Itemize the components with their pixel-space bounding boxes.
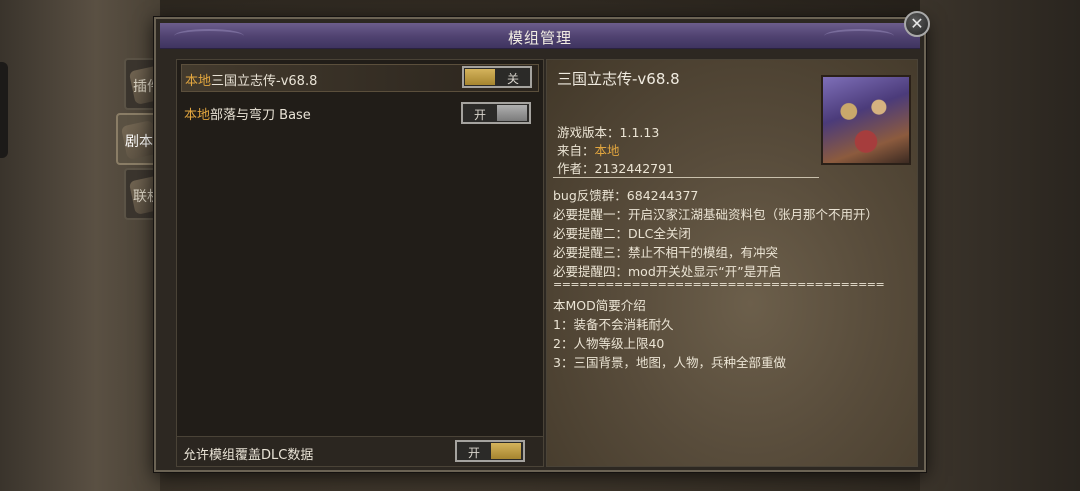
close-icon: ✕: [910, 14, 924, 33]
mod-author: 作者：2132442791: [557, 158, 674, 177]
version-value: 1.1.13: [619, 125, 660, 140]
origin-label: 来自：: [557, 143, 595, 158]
author-label: 作者：: [557, 161, 595, 176]
toggle-label: 开: [467, 446, 480, 460]
mod-row-sanguo[interactable]: 本地三国立志传-v68.8 关: [181, 64, 539, 92]
dlc-override-toggle[interactable]: 开: [455, 440, 525, 462]
desc-line: 必要提醒三：禁止不相干的模组，有冲突: [553, 245, 779, 260]
origin-value: 本地: [594, 143, 620, 158]
mod-detail-panel: 三国立志传-v68.8 游戏版本：1.1.13 来自：本地 作者：2132442…: [546, 59, 918, 467]
toggle-knob: [465, 69, 495, 85]
mod-cover-image: [821, 75, 911, 165]
mod-title: 部落与弯刀 Base: [210, 108, 311, 123]
detail-title: 三国立志传-v68.8: [557, 70, 680, 88]
mod-source: 本地: [184, 108, 211, 123]
version-label: 游戏版本：: [557, 125, 620, 140]
mod-toggle[interactable]: 开: [461, 102, 531, 124]
desc-separator: ======================================: [553, 278, 885, 291]
author-value: 2132442791: [594, 161, 675, 176]
toggle-label: 开: [473, 108, 486, 122]
edge-drawer-handle[interactable]: [0, 62, 8, 158]
mod-toggle[interactable]: 关: [462, 66, 532, 88]
game-version: 游戏版本：1.1.13: [557, 122, 659, 141]
mod-name: 本地三国立志传-v68.8: [185, 70, 317, 89]
desc-line: 本MOD简要介绍: [553, 298, 646, 313]
dialog-title: 模组管理: [507, 29, 572, 47]
toggle-label: 关: [506, 72, 519, 86]
mod-origin: 来自：本地: [557, 140, 620, 159]
desc-line: 2：人物等级上限40: [553, 336, 665, 351]
desc-line: 必要提醒二：DLC全关闭: [553, 226, 691, 241]
mod-source: 本地: [185, 74, 212, 89]
desc-line: 1：装备不会消耗耐久: [553, 317, 674, 332]
close-button[interactable]: ✕: [904, 11, 930, 37]
mod-row-base[interactable]: 本地部落与弯刀 Base 开: [181, 99, 539, 127]
dlc-override-bar: 允许模组覆盖DLC数据 开: [177, 436, 543, 466]
desc-line: 3：三国背景，地图，人物，兵种全部重做: [553, 355, 786, 370]
dlc-override-label: 允许模组覆盖DLC数据: [183, 448, 314, 463]
background-right: [920, 0, 1080, 491]
divider: [553, 177, 819, 178]
desc-line: bug反馈群：684244377: [553, 188, 699, 203]
title-bar: 模组管理: [160, 23, 920, 49]
toggle-knob: [491, 443, 521, 459]
mod-list-panel: 本地三国立志传-v68.8 关 本地部落与弯刀 Base 开 允许模组覆盖DLC…: [176, 59, 544, 467]
mod-name: 本地部落与弯刀 Base: [184, 104, 311, 123]
mod-manager-dialog: 模组管理 ✕ 本地三国立志传-v68.8 关 本地部落与弯刀 Base 开 允许…: [154, 11, 930, 472]
desc-line: 必要提醒一：开启汉家江湖基础资料包（张月那个不用开）: [553, 207, 879, 222]
toggle-knob: [497, 105, 527, 121]
mod-title: 三国立志传-v68.8: [211, 74, 318, 89]
